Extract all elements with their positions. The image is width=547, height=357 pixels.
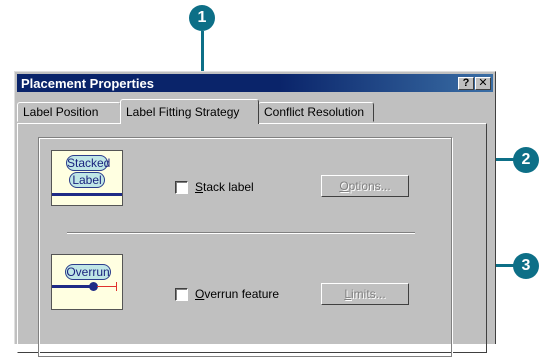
- tab-conflict-resolution[interactable]: Conflict Resolution: [258, 102, 374, 122]
- stack-label-text[interactable]: Stack label: [195, 180, 254, 194]
- preview-overrun-tick: [116, 282, 117, 291]
- overrun-feature-preview: Overrun: [51, 254, 123, 310]
- tab-strip: Label Position Label Fitting Strategy Co…: [15, 98, 495, 124]
- callout-1: 1: [189, 5, 215, 31]
- stack-label-checkbox[interactable]: [175, 181, 188, 194]
- close-button[interactable]: ✕: [475, 77, 491, 90]
- dialog-title: Placement Properties: [21, 75, 154, 91]
- overrun-feature-checkbox[interactable]: [175, 288, 188, 301]
- preview-overrun-line: [52, 285, 93, 288]
- preview-overrun-pill: Overrun: [65, 264, 111, 280]
- preview-label-pill: Label: [69, 172, 105, 188]
- preview-stacked-pill: Stacked: [66, 155, 111, 171]
- options-button[interactable]: Options...: [321, 175, 409, 197]
- overrun-feature-text[interactable]: Overrun feature: [195, 287, 279, 301]
- tab-label-position[interactable]: Label Position: [17, 102, 121, 122]
- fitting-options-group: Stacked Label Stack label Options... Ove…: [38, 137, 452, 357]
- section-divider: [67, 232, 415, 234]
- limits-button[interactable]: Limits...: [321, 283, 409, 305]
- title-bar: Placement Properties ? ✕: [17, 74, 493, 92]
- close-icon: ✕: [478, 77, 488, 89]
- stacked-label-preview: Stacked Label: [51, 150, 123, 206]
- help-button[interactable]: ?: [458, 77, 474, 90]
- placement-properties-dialog: Placement Properties ? ✕ Label Position …: [14, 71, 496, 357]
- tab-panel: Stacked Label Stack label Options... Ove…: [17, 123, 487, 357]
- callout-2: 2: [513, 147, 539, 173]
- callout-3: 3: [513, 253, 539, 279]
- preview-overrun-extension: [97, 286, 117, 287]
- tab-label-fitting-strategy[interactable]: Label Fitting Strategy: [120, 99, 259, 124]
- help-icon: ?: [462, 77, 470, 89]
- preview-feature-line: [52, 193, 122, 196]
